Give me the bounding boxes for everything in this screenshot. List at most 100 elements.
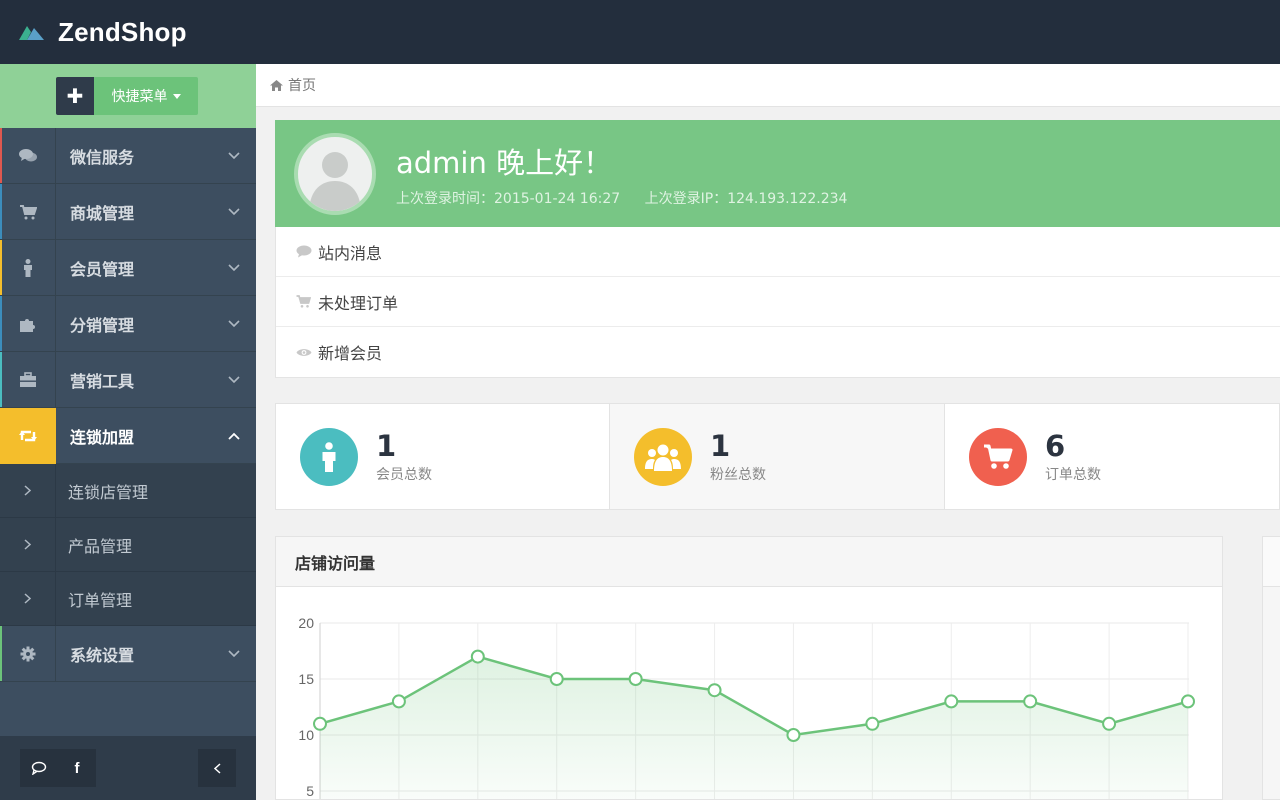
- stat-label: 粉丝总数: [710, 466, 767, 483]
- chevron-down-icon: [212, 375, 256, 384]
- side-panel: [1262, 536, 1280, 800]
- welcome-greeting: admin 晚上好！: [396, 145, 613, 180]
- chevron-down-icon: [212, 319, 256, 328]
- stat-label: 会员总数: [376, 466, 432, 483]
- cart-icon: [0, 183, 56, 240]
- last-login-time: 上次登录时间：2015-01-24 16:27: [396, 190, 621, 207]
- item-edge: [0, 184, 2, 239]
- chevron-down-icon: [212, 207, 256, 216]
- top-navbar: ZendShop: [0, 0, 1280, 64]
- list-item-new-members[interactable]: 新增会员: [276, 327, 1280, 377]
- y-tick-label: 20: [298, 615, 314, 631]
- chevron-down-icon: [212, 649, 256, 658]
- logo-icon: [18, 22, 46, 42]
- stat-value: 6: [1045, 428, 1066, 463]
- chat-bubble-icon[interactable]: [20, 749, 58, 787]
- chevron-right-icon: [0, 571, 56, 626]
- item-edge: [0, 626, 2, 681]
- data-point: [865, 716, 880, 731]
- chevron-right-icon: [0, 463, 56, 518]
- sidebar-item-chain[interactable]: 连锁加盟: [0, 407, 256, 464]
- gear-icon: [0, 625, 56, 682]
- last-login-ip: 上次登录IP：124.193.122.234: [644, 190, 848, 207]
- facebook-icon[interactable]: f: [58, 749, 96, 787]
- home-icon[interactable]: [270, 79, 283, 91]
- cart-icon: [296, 295, 316, 308]
- chevron-right-icon: [0, 517, 56, 572]
- series-area: [320, 656, 1188, 799]
- stat-label: 订单总数: [1045, 466, 1102, 483]
- panel-title: 店铺访问量: [276, 537, 1222, 587]
- sidebar-item-mall[interactable]: 商城管理: [0, 183, 256, 240]
- breadcrumb-home[interactable]: 首页: [288, 75, 316, 95]
- sidebar-item-wechat[interactable]: 微信服务: [0, 127, 256, 184]
- list-item-orders[interactable]: 未处理订单: [276, 277, 1280, 327]
- stat-card-fans[interactable]: 1 粉丝总数: [610, 403, 946, 510]
- sidebar-nav: 微信服务 商城管理 会员管理 分销管理 营销工具 连锁加盟: [0, 127, 256, 464]
- sidebar-item-label: 连锁加盟: [70, 427, 135, 447]
- sidebar-item-distribution[interactable]: 分销管理: [0, 295, 256, 352]
- sidebar-item-label: 商城管理: [70, 203, 135, 223]
- submenu-item-orders[interactable]: 订单管理: [0, 571, 256, 626]
- sidebar-item-label: 营销工具: [70, 371, 135, 391]
- item-edge: [0, 240, 2, 295]
- sidebar-item-members[interactable]: 会员管理: [0, 239, 256, 296]
- stat-card-members[interactable]: 1 会员总数: [275, 403, 611, 510]
- avatar[interactable]: [294, 132, 376, 215]
- submenu-item-label: 连锁店管理: [68, 482, 149, 502]
- group-icon: [634, 427, 693, 486]
- submenu-item-chain-stores[interactable]: 连锁店管理: [0, 463, 256, 518]
- puzzle-icon: [0, 295, 56, 352]
- y-tick-label: 10: [298, 727, 314, 743]
- item-edge: [0, 128, 2, 183]
- stat-value: 1: [710, 428, 731, 463]
- notification-list: 站内消息 未处理订单 新增会员: [275, 227, 1280, 378]
- store-visits-panel: 店铺访问量 20 15 10 5: [275, 536, 1223, 800]
- stats-row: 1 会员总数 1 粉丝总数 6 订单总数: [275, 403, 1280, 510]
- collapse-sidebar-icon[interactable]: [198, 749, 236, 787]
- cart-icon: [969, 427, 1028, 486]
- data-point: [1023, 694, 1038, 709]
- briefcase-icon: [0, 351, 56, 408]
- data-point: [628, 672, 643, 686]
- submenu-item-label: 产品管理: [68, 536, 133, 556]
- list-item-label: 新增会员: [318, 344, 383, 363]
- sidebar-item-label: 分销管理: [70, 315, 135, 335]
- sidebar-item-marketing[interactable]: 营销工具: [0, 351, 256, 408]
- comments-icon: [0, 127, 56, 184]
- data-point: [1181, 694, 1195, 709]
- quick-menu-area: ✚ 快捷菜单: [0, 64, 256, 128]
- list-item-label: 未处理订单: [318, 293, 399, 313]
- item-edge: [0, 296, 2, 351]
- sidebar-submenu: 连锁店管理 产品管理 订单管理: [0, 463, 256, 626]
- data-point: [707, 683, 722, 698]
- quick-menu-button[interactable]: ✚ 快捷菜单: [56, 77, 198, 115]
- sidebar-item-label: 系统设置: [70, 645, 135, 665]
- user-icon: [0, 239, 56, 296]
- stat-card-orders[interactable]: 6 订单总数: [945, 403, 1280, 510]
- welcome-banner: admin 晚上好！ 上次登录时间：2015-01-24 16:27 上次登录I…: [275, 120, 1280, 227]
- chevron-down-icon: [212, 151, 256, 160]
- data-point: [391, 694, 406, 709]
- data-point: [1102, 716, 1117, 731]
- retweet-icon: [0, 407, 56, 464]
- user-icon: [300, 427, 358, 486]
- plus-icon[interactable]: ✚: [56, 77, 94, 115]
- chevron-up-icon: [212, 432, 256, 440]
- data-point: [313, 716, 327, 731]
- sidebar-item-settings[interactable]: 系统设置: [0, 625, 256, 682]
- sidebar-footer: f: [0, 736, 256, 800]
- y-tick-label: 15: [298, 671, 314, 687]
- list-item-label: 站内消息: [318, 243, 383, 263]
- data-point: [549, 672, 564, 686]
- sidebar-nav-bottom: 系统设置: [0, 625, 256, 682]
- breadcrumb: 首页: [256, 64, 1280, 107]
- submenu-item-products[interactable]: 产品管理: [0, 517, 256, 572]
- data-point: [786, 728, 801, 742]
- sidebar-item-label: 会员管理: [70, 259, 135, 279]
- list-item-messages[interactable]: 站内消息: [276, 227, 1280, 277]
- eye-icon: [296, 347, 316, 358]
- brand-name[interactable]: ZendShop: [58, 17, 187, 48]
- comment-icon: [296, 245, 316, 258]
- visits-chart: 20 15 10 5: [298, 615, 1195, 799]
